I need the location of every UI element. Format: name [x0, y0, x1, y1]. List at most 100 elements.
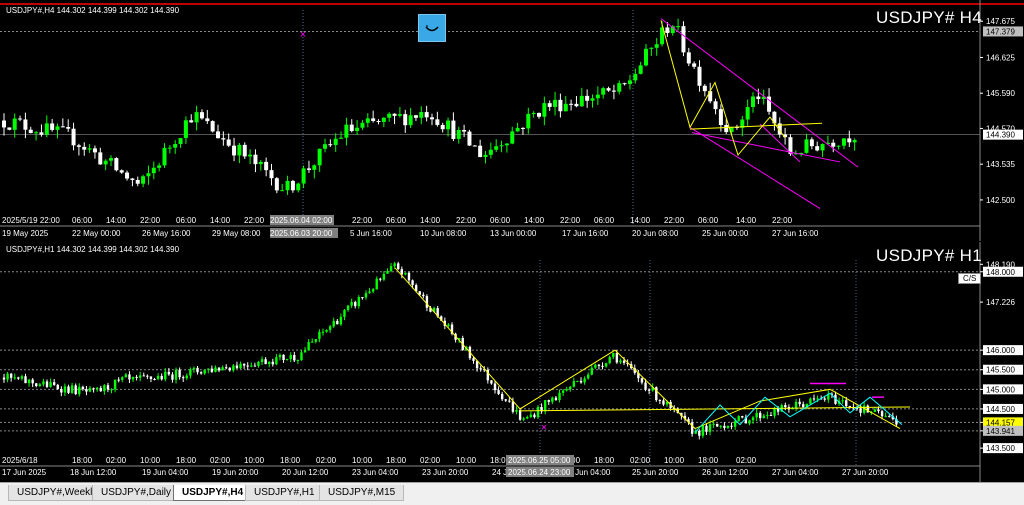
h1-candle-body [336, 320, 339, 325]
h4-candle-body [815, 146, 820, 151]
tab-h4[interactable]: USDJPY#,H4 [173, 485, 253, 501]
h1-candle-body [78, 386, 81, 395]
h4-candle-body [397, 114, 402, 116]
h1-candle-body [766, 415, 769, 417]
h4-candle-body [617, 83, 622, 92]
h4-candle-body [264, 161, 269, 171]
h4-candle-body [574, 103, 579, 107]
h4-candle-body [713, 101, 718, 110]
h4-price-label: 142.500 [986, 196, 1015, 205]
h4-candle-body [210, 121, 215, 132]
h4-time-label-top: 06:00 [386, 216, 407, 225]
h1-candle-body [594, 364, 597, 368]
h1-candle-body [529, 414, 533, 418]
h4-candle-body [269, 170, 274, 179]
h1-candle-body [182, 377, 185, 379]
h1-candle-body [228, 367, 231, 371]
h1-candle-body [888, 416, 891, 418]
h1-candle-body [257, 361, 260, 366]
h4-time-label-top: 06:00 [72, 216, 93, 225]
tab-h1[interactable]: USDJPY#,H1 [245, 485, 324, 501]
h1-candle-body [644, 382, 647, 390]
h4-time-label-top: 14:00 [630, 216, 651, 225]
h4-time-label-top: 06:00 [698, 216, 719, 225]
h4-candle-body [665, 27, 670, 34]
h4-candle-body [317, 148, 322, 166]
h1-candle-body [590, 367, 593, 375]
h1-candle-body [536, 407, 540, 418]
h1-candle-body [504, 399, 507, 401]
h1-candle-body [762, 415, 766, 419]
h1-candle-body [278, 354, 282, 358]
h1-chart-pane[interactable]: 148.190 148.000 147.226 146.000 145.500 145.0… [0, 242, 1024, 482]
h1-price-label: 144.500 [986, 405, 1015, 414]
h1-candle-body [880, 411, 884, 417]
h4-candle-body [66, 126, 71, 129]
h1-time-label-top: 18:00 [280, 456, 301, 465]
h1-candle-body [271, 361, 274, 365]
h1-candle-body [203, 369, 206, 374]
h4-chart-canvas[interactable]: 147.675146.625145.590144.570143.535142.5… [0, 0, 1024, 241]
h1-candle-body [518, 410, 522, 420]
h1-candle-body [389, 266, 393, 272]
h4-candle-body [462, 130, 467, 132]
h1-candle-body [35, 383, 38, 387]
h1-candle-body [221, 367, 224, 371]
h4-candle-body [510, 131, 515, 144]
h1-candle-body [199, 372, 203, 374]
h1-candle-body [45, 381, 49, 387]
h1-time-label-top: 18:00 [176, 456, 197, 465]
h1-candle-body [604, 363, 608, 367]
h1-candle-body [755, 412, 758, 418]
h1-time-label-top: 18:00 [698, 456, 719, 465]
h4-time-label-top: 14:00 [420, 216, 441, 225]
h1-candle-body [708, 424, 712, 432]
h1-candle-body [92, 388, 95, 390]
h1-time-label-bottom: 25 Jun 20:00 [632, 468, 679, 477]
h4-chart-pane[interactable]: 147.675 146.625 145.590 144.570 143.535 142.5… [0, 0, 1024, 241]
h4-current-price-label: 144.390 [986, 131, 1015, 140]
h1-time-highlight-top: 2025.06.25 05:00 [508, 456, 571, 465]
h1-candle-body [741, 416, 744, 418]
h1-candle-body [225, 367, 228, 369]
h1-candle-body [9, 373, 13, 378]
h4-info-line: USDJPY#,H4 144.302 144.399 144.302 144.3… [6, 6, 180, 15]
h1-candle-body [859, 408, 862, 413]
cs-button[interactable]: C/S [958, 273, 982, 284]
h1-candle-body [737, 416, 740, 422]
h4-candle-body [194, 112, 199, 123]
h1-candle-body [493, 383, 497, 391]
h1-candle-body [382, 273, 386, 280]
h1-candle-body [282, 354, 285, 361]
h1-candle-body [171, 374, 174, 380]
h1-candle-body [809, 398, 812, 404]
h4-candle-body [590, 98, 595, 101]
tab-daily[interactable]: USDJPY#,Daily [92, 485, 181, 501]
h4-time-label-bottom: 29 May 08:00 [212, 229, 261, 238]
h1-candle-body [321, 331, 325, 333]
h4-candle-body [595, 94, 600, 99]
h4-candle-body [451, 120, 456, 139]
h1-candle-body [508, 400, 511, 402]
h1-candle-body [802, 404, 805, 408]
h1-candle-body [42, 381, 45, 385]
h1-candle-body [877, 409, 880, 412]
h1-candle-body [246, 365, 249, 367]
h4-candle-body [76, 145, 81, 147]
h1-candle-body [124, 374, 128, 378]
h1-chart-canvas[interactable]: 148.190148.000147.226146.000145.500145.0… [0, 242, 1024, 482]
h4-candle-body [515, 127, 520, 132]
h4-candle-body [82, 146, 87, 150]
h4-candle-body [809, 139, 814, 147]
indicator-smile-icon[interactable] [418, 14, 446, 42]
h4-candle-body [7, 127, 12, 130]
h1-candle-body [300, 352, 303, 361]
h1-candle-body [748, 420, 751, 424]
h1-candle-body [242, 363, 246, 366]
h4-candle-body [87, 148, 92, 150]
tab-m15[interactable]: USDJPY#,M15 [319, 485, 405, 501]
h4-candle-body [50, 123, 55, 130]
h4-chart-title: USDJPY# H4 [876, 8, 982, 27]
h4-candle-body [542, 103, 547, 117]
h1-candle-body [497, 390, 500, 394]
